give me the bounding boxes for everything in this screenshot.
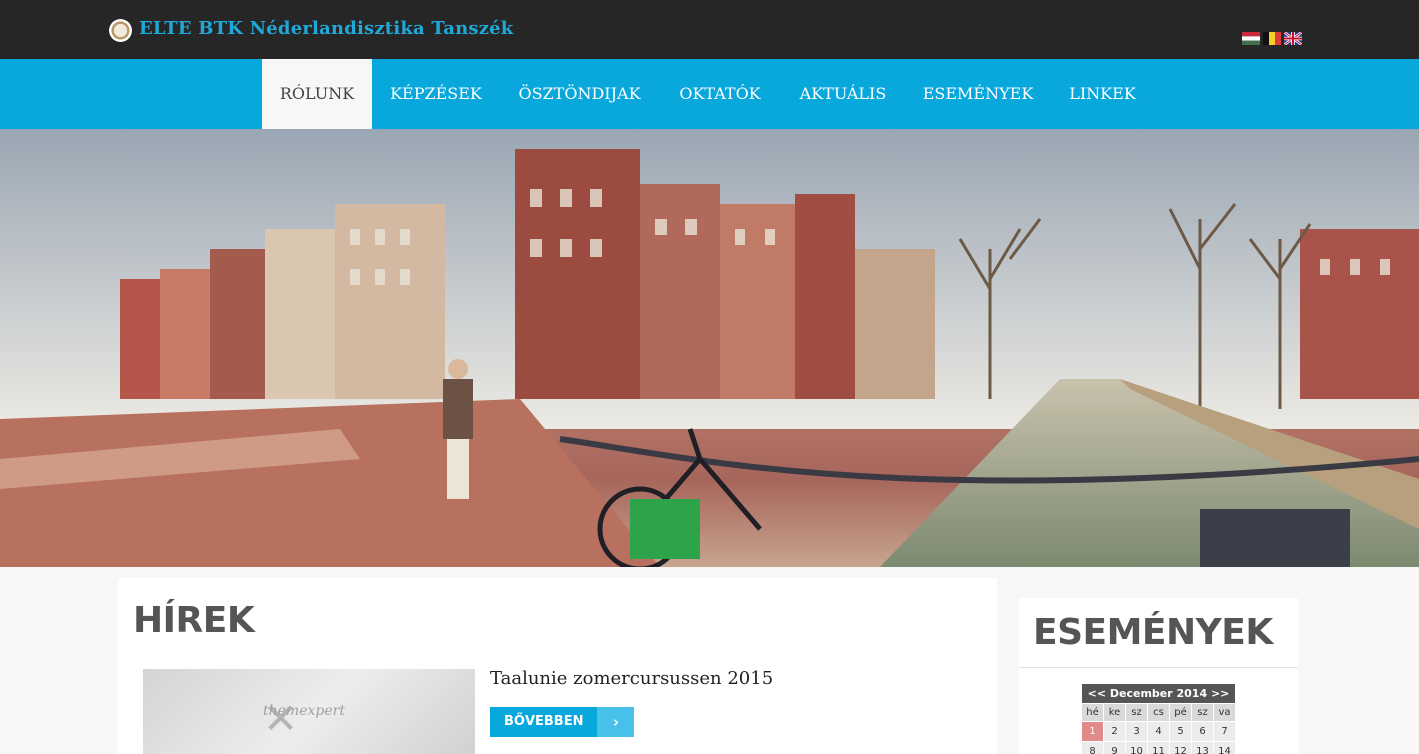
weekday-label: cs — [1147, 703, 1170, 722]
calendar-day-today[interactable]: 1 — [1081, 721, 1104, 742]
events-sidebar: ESEMÉNYEK << December 2014 >> hé ke sz c… — [1019, 598, 1298, 754]
calendar-day[interactable]: 10 — [1125, 741, 1148, 754]
calendar-day[interactable]: 6 — [1191, 721, 1214, 742]
calendar-month-nav[interactable]: << December 2014 >> — [1081, 683, 1236, 704]
nav-item-oktatok[interactable]: OKTATÓK — [659, 59, 781, 129]
language-switcher — [1242, 32, 1302, 45]
news-title-link[interactable]: Taalunie zomercursussen 2015 — [490, 668, 773, 689]
gb-flag-icon[interactable] — [1284, 32, 1302, 45]
news-section: HÍREK ✕ themexpert Taalunie zomercursuss… — [118, 578, 997, 754]
weekday-label: pé — [1169, 703, 1192, 722]
top-bar: ELTE BTK Néderlandisztika Tanszék — [0, 0, 1419, 59]
divider — [1019, 667, 1298, 668]
calendar-day[interactable]: 9 — [1103, 741, 1126, 754]
event-calendar: << December 2014 >> hé ke sz cs pé sz va… — [1081, 683, 1236, 754]
calendar-day[interactable]: 4 — [1147, 721, 1170, 742]
hero-banner-image — [0, 129, 1419, 567]
read-more-button[interactable]: BŐVEBBEN › — [490, 707, 635, 737]
university-seal-icon[interactable] — [109, 19, 132, 42]
calendar-day[interactable]: 8 — [1081, 741, 1104, 754]
canal-panorama-illustration — [0, 129, 1419, 567]
site-title[interactable]: ELTE BTK Néderlandisztika Tanszék — [139, 18, 513, 39]
calendar-day[interactable]: 14 — [1213, 741, 1236, 754]
calendar-day[interactable]: 12 — [1169, 741, 1192, 754]
chevron-right-icon: › — [597, 707, 635, 737]
weekday-label: va — [1213, 703, 1236, 722]
news-thumbnail[interactable]: ✕ themexpert — [143, 669, 475, 754]
weekday-label: hé — [1081, 703, 1104, 722]
calendar-day[interactable]: 11 — [1147, 741, 1170, 754]
read-more-label: BŐVEBBEN — [490, 707, 598, 737]
calendar-day[interactable]: 7 — [1213, 721, 1236, 742]
nav-item-esemenyek[interactable]: ESEMÉNYEK — [905, 59, 1051, 129]
main-nav: RÓLUNK KÉPZÉSEK ÖSZTÖNDIJAK OKTATÓK AKTU… — [0, 59, 1419, 129]
nav-item-linkek[interactable]: LINKEK — [1051, 59, 1154, 129]
news-section-title: HÍREK — [133, 600, 255, 641]
calendar-day[interactable]: 13 — [1191, 741, 1214, 754]
be-flag-icon[interactable] — [1263, 32, 1281, 45]
weekday-label: sz — [1125, 703, 1148, 722]
nav-item-kepzesek[interactable]: KÉPZÉSEK — [372, 59, 500, 129]
events-title: ESEMÉNYEK — [1033, 612, 1273, 653]
calendar-day[interactable]: 3 — [1125, 721, 1148, 742]
weekday-label: sz — [1191, 703, 1214, 722]
thumbnail-brand: themexpert — [263, 703, 345, 719]
nav-item-osztondijak[interactable]: ÖSZTÖNDIJAK — [500, 59, 659, 129]
nav-item-rolunk[interactable]: RÓLUNK — [262, 59, 372, 129]
nav-item-aktualis[interactable]: AKTUÁLIS — [781, 59, 905, 129]
calendar-day[interactable]: 5 — [1169, 721, 1192, 742]
calendar-day[interactable]: 2 — [1103, 721, 1126, 742]
weekday-label: ke — [1103, 703, 1126, 722]
hu-flag-icon[interactable] — [1242, 32, 1260, 45]
